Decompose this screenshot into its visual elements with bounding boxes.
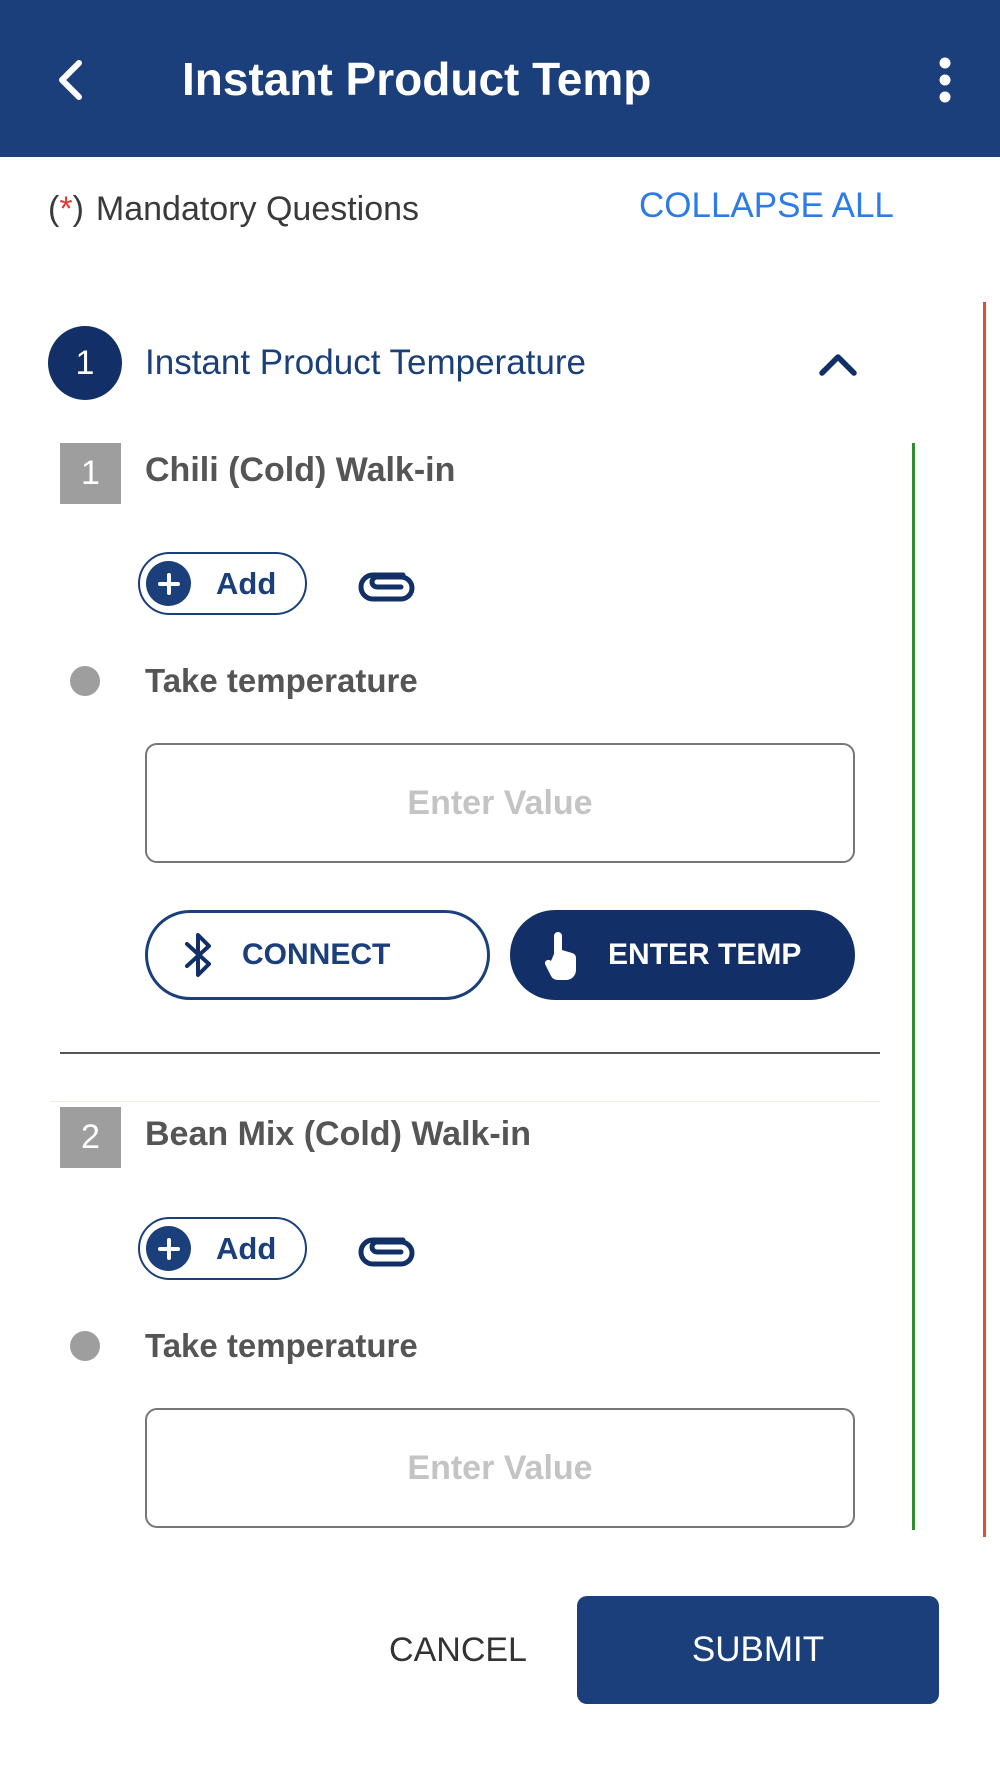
paperclip-icon (358, 1237, 415, 1267)
question-status-dot (70, 666, 100, 696)
section-title[interactable]: Instant Product Temperature (145, 340, 586, 386)
touch-hand-icon (540, 927, 582, 983)
question-divider (60, 1052, 880, 1054)
attachment-button[interactable] (355, 1230, 417, 1270)
collapse-all-link[interactable]: COLLAPSE ALL (639, 183, 894, 229)
bluetooth-icon (178, 927, 218, 983)
mandatory-text: Mandatory Questions (95, 190, 420, 228)
temperature-value-input[interactable] (145, 1408, 855, 1528)
question-number-badge: 1 (60, 443, 121, 504)
back-button[interactable] (40, 45, 100, 115)
paperclip-icon (358, 572, 415, 602)
app-bar: Instant Product Temp (0, 0, 1000, 157)
plus-icon (146, 561, 191, 606)
cancel-button[interactable]: CANCEL (368, 1620, 548, 1680)
add-button[interactable]: Add (138, 1217, 307, 1280)
mandatory-close-paren: ) (72, 190, 84, 228)
section-collapse-toggle[interactable] (812, 344, 864, 384)
section-number-badge: 1 (48, 326, 122, 400)
connect-button[interactable]: CONNECT (145, 910, 490, 1000)
more-vertical-icon (939, 57, 951, 103)
question-status-bar (912, 443, 915, 1530)
mandatory-legend: (*) Mandatory Questions (48, 186, 419, 232)
mandatory-open-paren: ( (48, 190, 60, 228)
enter-temp-button[interactable]: ENTER TEMP (510, 910, 855, 1000)
temperature-value-input[interactable] (145, 743, 855, 863)
take-temperature-label: Take temperature (145, 1327, 418, 1364)
overflow-menu-button[interactable] (920, 50, 970, 110)
page-title: Instant Product Temp (182, 53, 652, 105)
question-title: Bean Mix (Cold) Walk-in (145, 1115, 531, 1153)
chevron-up-icon (819, 354, 857, 376)
mandatory-star: * (59, 190, 73, 228)
add-button[interactable]: Add (138, 552, 307, 615)
question-status-dot (70, 1331, 100, 1361)
section-status-bar (983, 302, 986, 1537)
question-number-badge: 2 (60, 1107, 121, 1168)
question-divider-faint (50, 1101, 880, 1102)
attachment-button[interactable] (355, 565, 417, 605)
add-button-label: Add (216, 565, 277, 601)
submit-button[interactable]: SUBMIT (577, 1596, 939, 1704)
question-title: Chili (Cold) Walk-in (145, 451, 456, 489)
add-button-label: Add (216, 1230, 277, 1266)
connect-button-label: CONNECT (242, 938, 391, 971)
take-temperature-label: Take temperature (145, 662, 418, 699)
enter-temp-button-label: ENTER TEMP (608, 938, 802, 971)
plus-icon (146, 1226, 191, 1271)
chevron-left-icon (59, 60, 82, 100)
